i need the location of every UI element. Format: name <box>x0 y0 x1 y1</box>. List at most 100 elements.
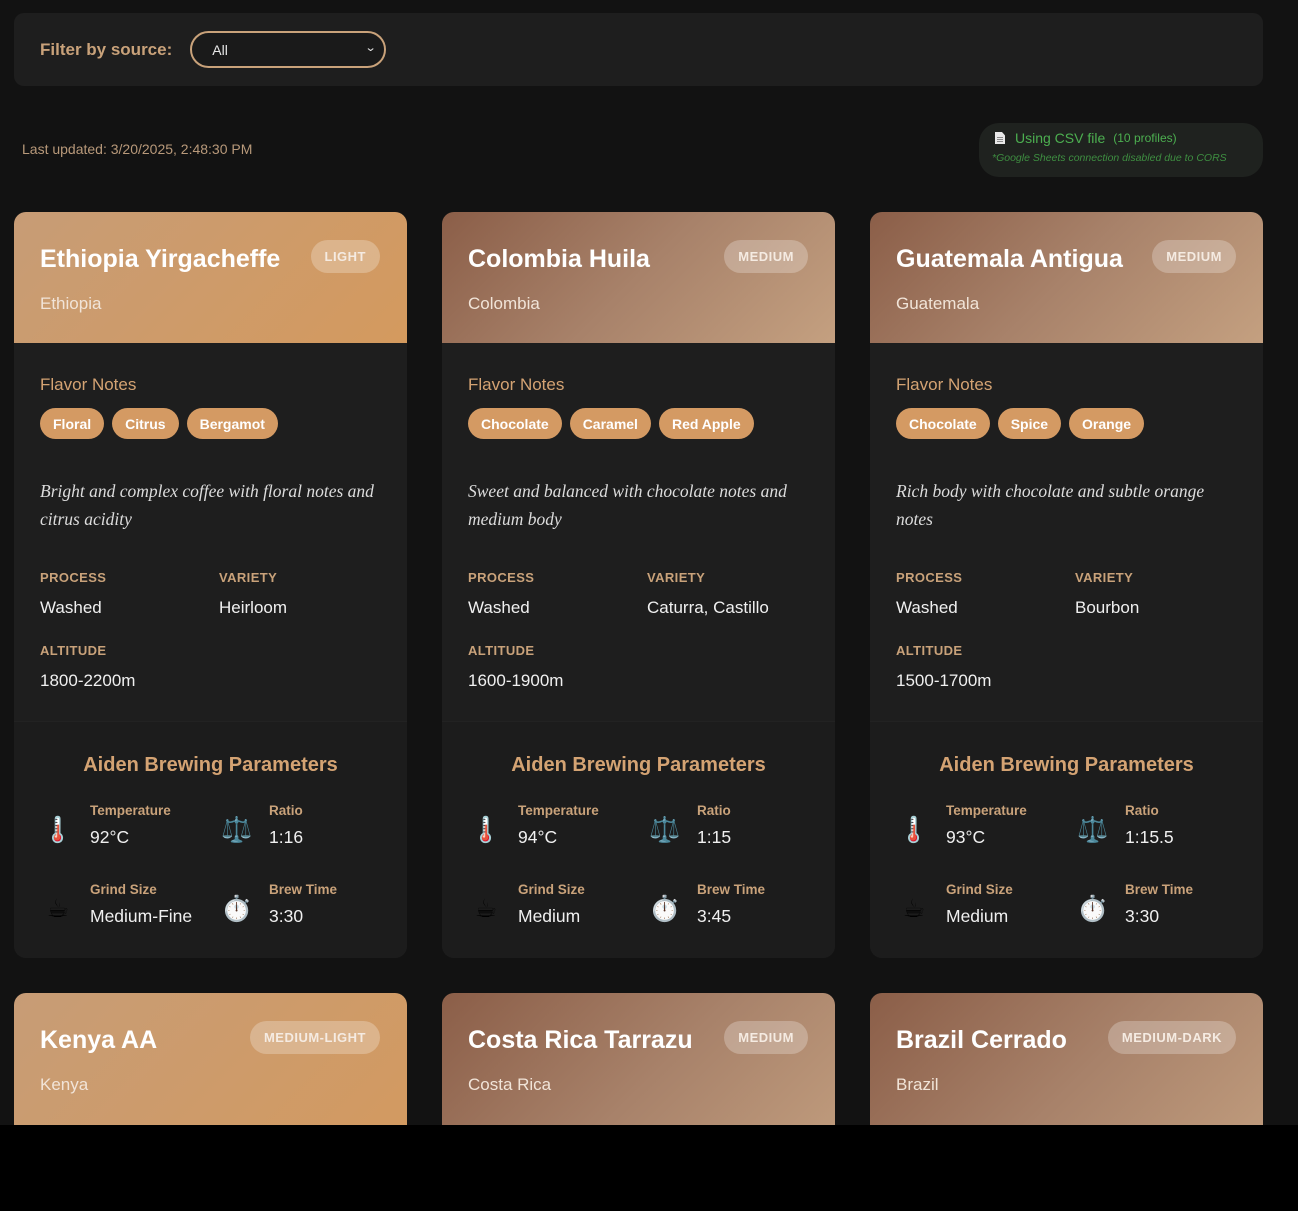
last-updated: Last updated: 3/20/2025, 2:48:30 PM <box>22 141 253 157</box>
brew-time-param: ⏱️ Brew Time 3:30 <box>1075 882 1245 932</box>
variety-value: Caturra, Castillo <box>647 598 769 617</box>
brew-time-value: 3:45 <box>697 906 732 926</box>
variety-label: VARIETY <box>219 570 278 585</box>
coffee-country: Guatemala <box>896 294 980 313</box>
ratio-label: Ratio <box>269 803 303 818</box>
viewport-bottom <box>0 1125 1298 1211</box>
roast-badge: LIGHT <box>310 240 380 273</box>
card-body: Flavor Notes Floral Citrus Bergamot Brig… <box>14 343 407 721</box>
coffee-name: Kenya AA <box>40 1026 158 1054</box>
coffee-country: Ethiopia <box>40 294 102 313</box>
brew-time-label: Brew Time <box>697 882 766 897</box>
grind-param: ☕ Grind Size Medium-Fine <box>40 882 210 932</box>
temperature-label: Temperature <box>946 803 1027 818</box>
roast-badge: MEDIUM-LIGHT <box>249 1021 380 1054</box>
grind-value: Medium <box>518 906 581 926</box>
flavor-notes-heading: Flavor Notes <box>468 375 565 394</box>
coffee-card: Costa Rica Tarrazu Costa Rica MEDIUM <box>442 993 835 1125</box>
process-label: PROCESS <box>468 570 535 585</box>
ratio-param: ⚖️ Ratio 1:15.5 <box>1075 803 1245 853</box>
grind-label: Grind Size <box>946 882 1013 897</box>
coffee-card: Kenya AA Kenya MEDIUM-LIGHT <box>14 993 407 1125</box>
brewing-title: Aiden Brewing Parameters <box>939 754 1194 776</box>
grind-param: ☕ Grind Size Medium <box>896 882 1066 932</box>
roast-badge: MEDIUM <box>1152 240 1236 273</box>
brew-time-label: Brew Time <box>1125 882 1194 897</box>
source-filter-select[interactable]: All ⌄ <box>190 31 387 68</box>
scale-icon: ⚖️ <box>1077 816 1109 844</box>
temperature-param: 🌡️ Temperature 92°C <box>40 803 210 853</box>
ratio-param: ⚖️ Ratio 1:15 <box>647 803 817 853</box>
brewing-parameters: Aiden Brewing Parameters 🌡️ Temperature … <box>442 721 835 958</box>
brewing-title: Aiden Brewing Parameters <box>83 754 338 776</box>
status-note: *Google Sheets connection disabled due t… <box>992 152 1227 164</box>
coffee-country: Colombia <box>468 294 540 313</box>
scale-icon: ⚖️ <box>221 816 253 844</box>
ratio-label: Ratio <box>697 803 731 818</box>
process-value: Washed <box>40 598 102 617</box>
grind-value: Medium <box>946 906 1009 926</box>
flavor-tag: Chocolate <box>468 408 562 439</box>
altitude-label: ALTITUDE <box>468 643 535 658</box>
ratio-value: 1:15 <box>697 827 732 847</box>
document-icon <box>995 132 1005 144</box>
grind-param: ☕ Grind Size Medium <box>468 882 638 932</box>
coffee-name: Brazil Cerrado <box>896 1026 1067 1054</box>
grind-label: Grind Size <box>518 882 585 897</box>
card-body: Flavor Notes Chocolate Caramel Red Apple… <box>442 343 835 721</box>
temperature-label: Temperature <box>518 803 599 818</box>
altitude-label: ALTITUDE <box>40 643 107 658</box>
altitude-value: 1500-1700m <box>896 671 992 690</box>
coffee-cup-icon: ☕ <box>902 895 926 923</box>
stopwatch-icon: ⏱️ <box>1077 895 1109 923</box>
coffee-cup-icon: ☕ <box>474 895 498 923</box>
grind-value: Medium-Fine <box>90 906 193 926</box>
ratio-param: ⚖️ Ratio 1:16 <box>219 803 389 853</box>
coffee-card: Guatemala Antigua Guatemala MEDIUM Flavo… <box>870 212 1263 958</box>
coffee-card: Ethiopia Yirgacheffe Ethiopia LIGHT Flav… <box>14 212 407 958</box>
brewing-title: Aiden Brewing Parameters <box>511 754 766 776</box>
chevron-down-icon: ⌄ <box>364 42 377 54</box>
page: Filter by source: All ⌄ Last updated: 3/… <box>0 0 1298 1125</box>
process-value: Washed <box>468 598 530 617</box>
coffee-country: Costa Rica <box>468 1075 552 1094</box>
filter-label: Filter by source: <box>40 39 173 59</box>
process-label: PROCESS <box>896 570 963 585</box>
coffee-country: Kenya <box>40 1075 89 1094</box>
flavor-tag: Floral <box>40 408 105 439</box>
flavor-tag: Citrus <box>112 408 179 439</box>
ratio-value: 1:15.5 <box>1125 827 1174 847</box>
grind-label: Grind Size <box>90 882 157 897</box>
temperature-param: 🌡️ Temperature 93°C <box>896 803 1066 853</box>
brew-time-value: 3:30 <box>269 906 304 926</box>
data-source-status: Using CSV file (10 profiles) *Google She… <box>979 123 1263 177</box>
stopwatch-icon: ⏱️ <box>649 895 681 923</box>
temperature-value: 94°C <box>518 827 558 847</box>
flavor-notes-heading: Flavor Notes <box>40 375 137 394</box>
ratio-label: Ratio <box>1125 803 1159 818</box>
card-header: Ethiopia Yirgacheffe Ethiopia LIGHT <box>14 212 407 343</box>
process-value: Washed <box>896 598 958 617</box>
card-header: Kenya AA Kenya MEDIUM-LIGHT <box>14 993 407 1125</box>
flavor-tag: Caramel <box>569 408 651 439</box>
process-label: PROCESS <box>40 570 107 585</box>
variety-value: Heirloom <box>219 598 288 617</box>
status-count: (10 profiles) <box>1113 131 1177 145</box>
thermometer-icon: 🌡️ <box>898 816 930 844</box>
coffee-country: Brazil <box>896 1075 939 1094</box>
brew-time-param: ⏱️ Brew Time 3:45 <box>647 882 817 932</box>
coffee-card: Brazil Cerrado Brazil MEDIUM-DARK <box>870 993 1263 1125</box>
brew-time-param: ⏱️ Brew Time 3:30 <box>219 882 389 932</box>
temperature-label: Temperature <box>90 803 171 818</box>
ratio-value: 1:16 <box>269 827 304 847</box>
flavor-tags: Chocolate Spice Orange <box>896 408 1145 439</box>
card-header: Guatemala Antigua Guatemala MEDIUM <box>870 212 1263 343</box>
temperature-value: 93°C <box>946 827 986 847</box>
roast-badge: MEDIUM-DARK <box>1107 1021 1236 1054</box>
flavor-tags: Chocolate Caramel Red Apple <box>468 408 754 439</box>
brew-time-value: 3:30 <box>1125 906 1160 926</box>
roast-badge: MEDIUM <box>724 1021 808 1054</box>
coffee-description: Sweet and balanced with chocolate notes … <box>468 481 787 529</box>
flavor-tag: Chocolate <box>896 408 990 439</box>
variety-label: VARIETY <box>647 570 706 585</box>
